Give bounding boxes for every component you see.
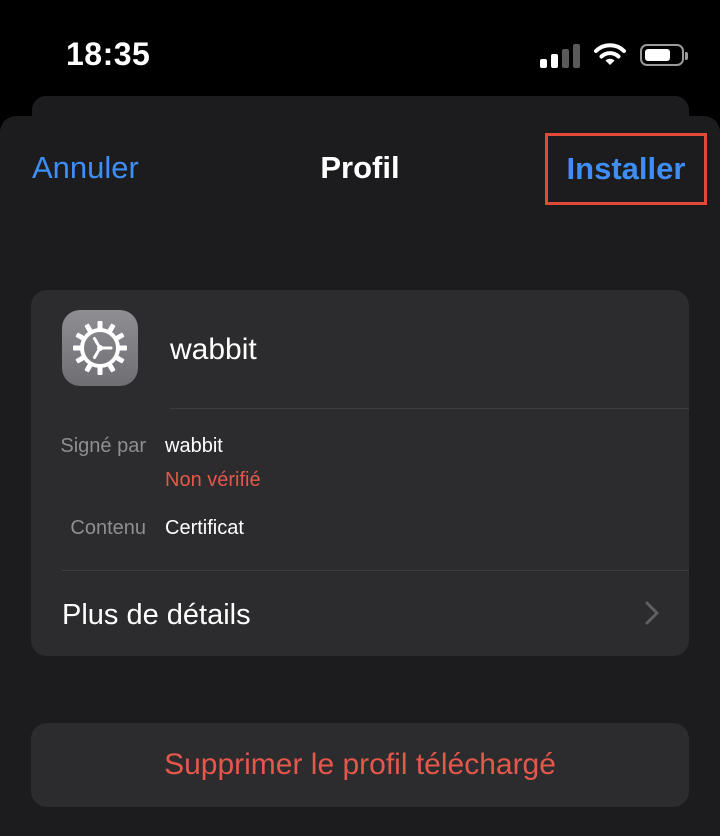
more-details-row[interactable]: Plus de détails bbox=[62, 571, 689, 656]
chevron-right-icon bbox=[645, 601, 659, 625]
signed-by-label: Signé par bbox=[60, 435, 146, 457]
status-time: 18:35 bbox=[66, 36, 151, 72]
gear-icon bbox=[62, 310, 138, 386]
status-icons bbox=[540, 42, 688, 68]
verification-status: Non vérifié bbox=[165, 469, 261, 491]
more-details-label: Plus de détails bbox=[62, 599, 251, 631]
profile-card: wabbit Signé par wabbit Non vérifié Cont… bbox=[31, 290, 689, 656]
battery-icon bbox=[640, 44, 688, 66]
install-button[interactable]: Installer bbox=[545, 133, 707, 205]
content-value: Certificat bbox=[165, 517, 244, 539]
status-bar: 18:35 bbox=[0, 0, 720, 100]
signed-by-value: wabbit bbox=[165, 435, 223, 457]
profile-name: wabbit bbox=[170, 333, 257, 366]
divider bbox=[170, 408, 689, 409]
cellular-signal-icon bbox=[540, 42, 580, 68]
content-label: Contenu bbox=[70, 517, 146, 539]
wifi-icon bbox=[594, 43, 626, 65]
delete-profile-button[interactable]: Supprimer le profil téléchargé bbox=[31, 723, 689, 807]
